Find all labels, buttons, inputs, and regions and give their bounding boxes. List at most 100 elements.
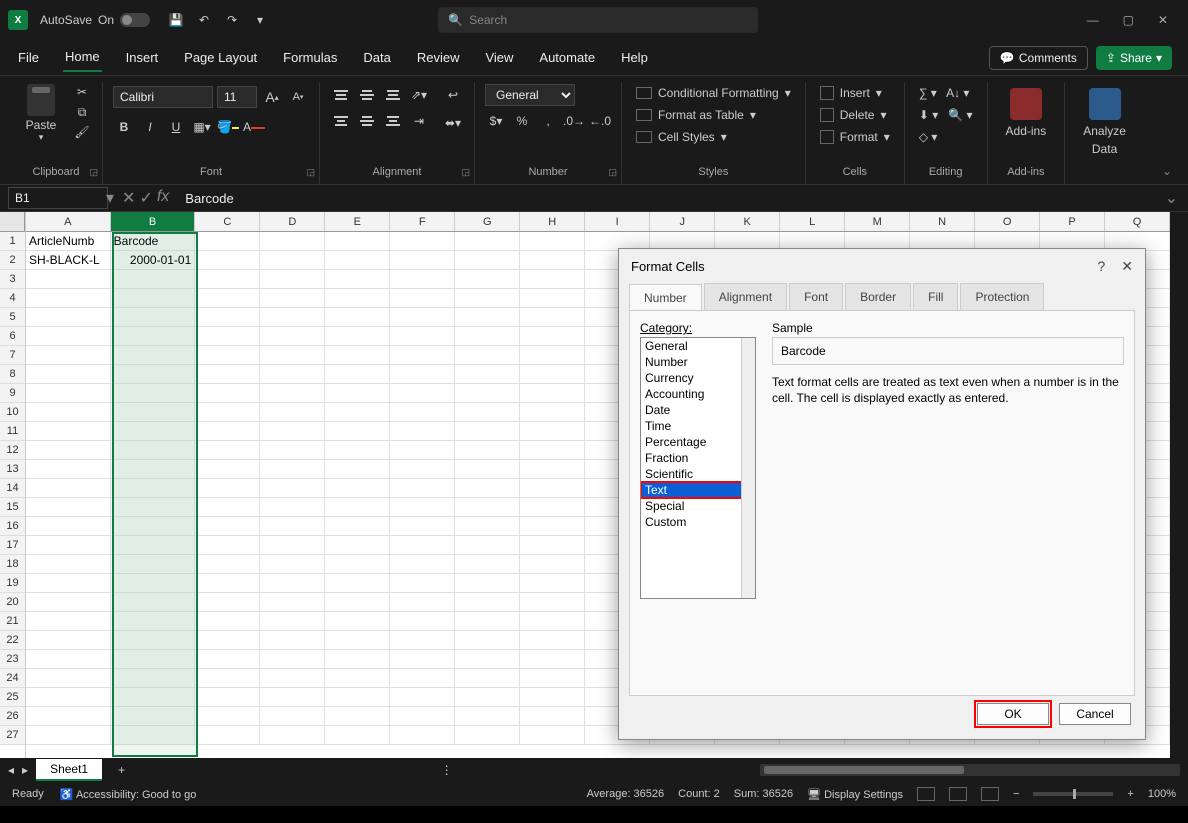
- cell[interactable]: [195, 365, 260, 384]
- category-item[interactable]: Fraction: [641, 450, 755, 466]
- cell[interactable]: [455, 384, 520, 403]
- cell[interactable]: [26, 726, 111, 745]
- cell[interactable]: [325, 612, 390, 631]
- cell[interactable]: [390, 498, 455, 517]
- autosave-switch[interactable]: [120, 13, 150, 27]
- cell[interactable]: [520, 308, 585, 327]
- cell[interactable]: [111, 460, 196, 479]
- cell[interactable]: [455, 327, 520, 346]
- cell[interactable]: [260, 726, 325, 745]
- row-header[interactable]: 3: [0, 270, 25, 289]
- cell[interactable]: [325, 536, 390, 555]
- category-item[interactable]: Custom: [641, 514, 755, 530]
- column-header[interactable]: P: [1040, 212, 1105, 231]
- cell[interactable]: [195, 669, 260, 688]
- column-header[interactable]: B: [111, 212, 196, 231]
- row-header[interactable]: 4: [0, 289, 25, 308]
- comments-button[interactable]: 💬 Comments: [989, 46, 1088, 70]
- cell[interactable]: [26, 517, 111, 536]
- cell[interactable]: [111, 422, 196, 441]
- category-item[interactable]: Scientific: [641, 466, 755, 482]
- cell[interactable]: [325, 460, 390, 479]
- cell[interactable]: [195, 384, 260, 403]
- row-header[interactable]: 2: [0, 251, 25, 270]
- cell[interactable]: [520, 612, 585, 631]
- cell[interactable]: [111, 726, 196, 745]
- cell[interactable]: [520, 536, 585, 555]
- column-header[interactable]: J: [650, 212, 715, 231]
- cell-styles-button[interactable]: Cell Styles ▾: [632, 128, 795, 146]
- underline-button[interactable]: U: [165, 116, 187, 138]
- minimize-button[interactable]: —: [1087, 13, 1099, 27]
- cell[interactable]: [455, 650, 520, 669]
- cell[interactable]: [195, 289, 260, 308]
- row-header[interactable]: 13: [0, 460, 25, 479]
- cell[interactable]: [520, 422, 585, 441]
- zoom-in-icon[interactable]: +: [1127, 788, 1133, 800]
- cell[interactable]: [195, 479, 260, 498]
- cell[interactable]: [26, 403, 111, 422]
- cell[interactable]: [111, 327, 196, 346]
- row-header[interactable]: 18: [0, 555, 25, 574]
- cell[interactable]: [390, 707, 455, 726]
- cell[interactable]: [195, 555, 260, 574]
- category-item[interactable]: Number: [641, 354, 755, 370]
- cell[interactable]: [325, 517, 390, 536]
- format-cells-button[interactable]: Format ▾: [816, 128, 894, 146]
- number-format-select[interactable]: General: [485, 84, 575, 106]
- search-box[interactable]: 🔍 Search: [438, 7, 758, 33]
- cell[interactable]: [195, 612, 260, 631]
- cell[interactable]: [520, 384, 585, 403]
- cell[interactable]: [390, 517, 455, 536]
- zoom-level[interactable]: 100%: [1148, 788, 1176, 800]
- cell[interactable]: [260, 479, 325, 498]
- cell[interactable]: [26, 536, 111, 555]
- cell[interactable]: [390, 270, 455, 289]
- cell[interactable]: [260, 460, 325, 479]
- cell[interactable]: [111, 669, 196, 688]
- cell[interactable]: [26, 669, 111, 688]
- tab-automate[interactable]: Automate: [537, 44, 597, 71]
- cell[interactable]: [26, 574, 111, 593]
- row-header[interactable]: 14: [0, 479, 25, 498]
- orientation-icon[interactable]: ⇗▾: [408, 84, 430, 106]
- cell[interactable]: 2000-01-01: [111, 251, 196, 270]
- cell[interactable]: [325, 327, 390, 346]
- cell[interactable]: [520, 232, 585, 251]
- cell[interactable]: [26, 289, 111, 308]
- cell[interactable]: [520, 251, 585, 270]
- cell[interactable]: [26, 688, 111, 707]
- align-middle-icon[interactable]: [356, 84, 378, 106]
- expand-formula-bar-icon[interactable]: ⌄: [1155, 188, 1188, 208]
- cell[interactable]: [260, 251, 325, 270]
- collapse-ribbon-icon[interactable]: ⌄: [1156, 158, 1178, 184]
- border-button[interactable]: ▦▾: [191, 116, 213, 138]
- category-item[interactable]: Date: [641, 402, 755, 418]
- dialog-tab[interactable]: Fill: [913, 283, 958, 310]
- cell[interactable]: [195, 688, 260, 707]
- tab-home[interactable]: Home: [63, 43, 102, 72]
- cell[interactable]: [260, 365, 325, 384]
- cell[interactable]: [520, 365, 585, 384]
- cell[interactable]: [520, 593, 585, 612]
- cell[interactable]: [260, 422, 325, 441]
- cell[interactable]: [455, 536, 520, 555]
- cell[interactable]: [260, 517, 325, 536]
- cell[interactable]: [111, 365, 196, 384]
- cell[interactable]: [455, 631, 520, 650]
- close-button[interactable]: ✕: [1158, 13, 1168, 27]
- column-header[interactable]: I: [585, 212, 650, 231]
- cell[interactable]: [260, 555, 325, 574]
- cell[interactable]: [260, 384, 325, 403]
- vertical-scrollbar[interactable]: [1170, 212, 1188, 758]
- cell[interactable]: [390, 536, 455, 555]
- cell[interactable]: [26, 498, 111, 517]
- analyze-data-button[interactable]: Analyze Data: [1075, 84, 1134, 160]
- cell[interactable]: [390, 289, 455, 308]
- cell[interactable]: [520, 441, 585, 460]
- cell[interactable]: [26, 650, 111, 669]
- cell[interactable]: [390, 593, 455, 612]
- cell[interactable]: [325, 365, 390, 384]
- row-header[interactable]: 7: [0, 346, 25, 365]
- increase-decimal-icon[interactable]: .0→: [563, 110, 585, 132]
